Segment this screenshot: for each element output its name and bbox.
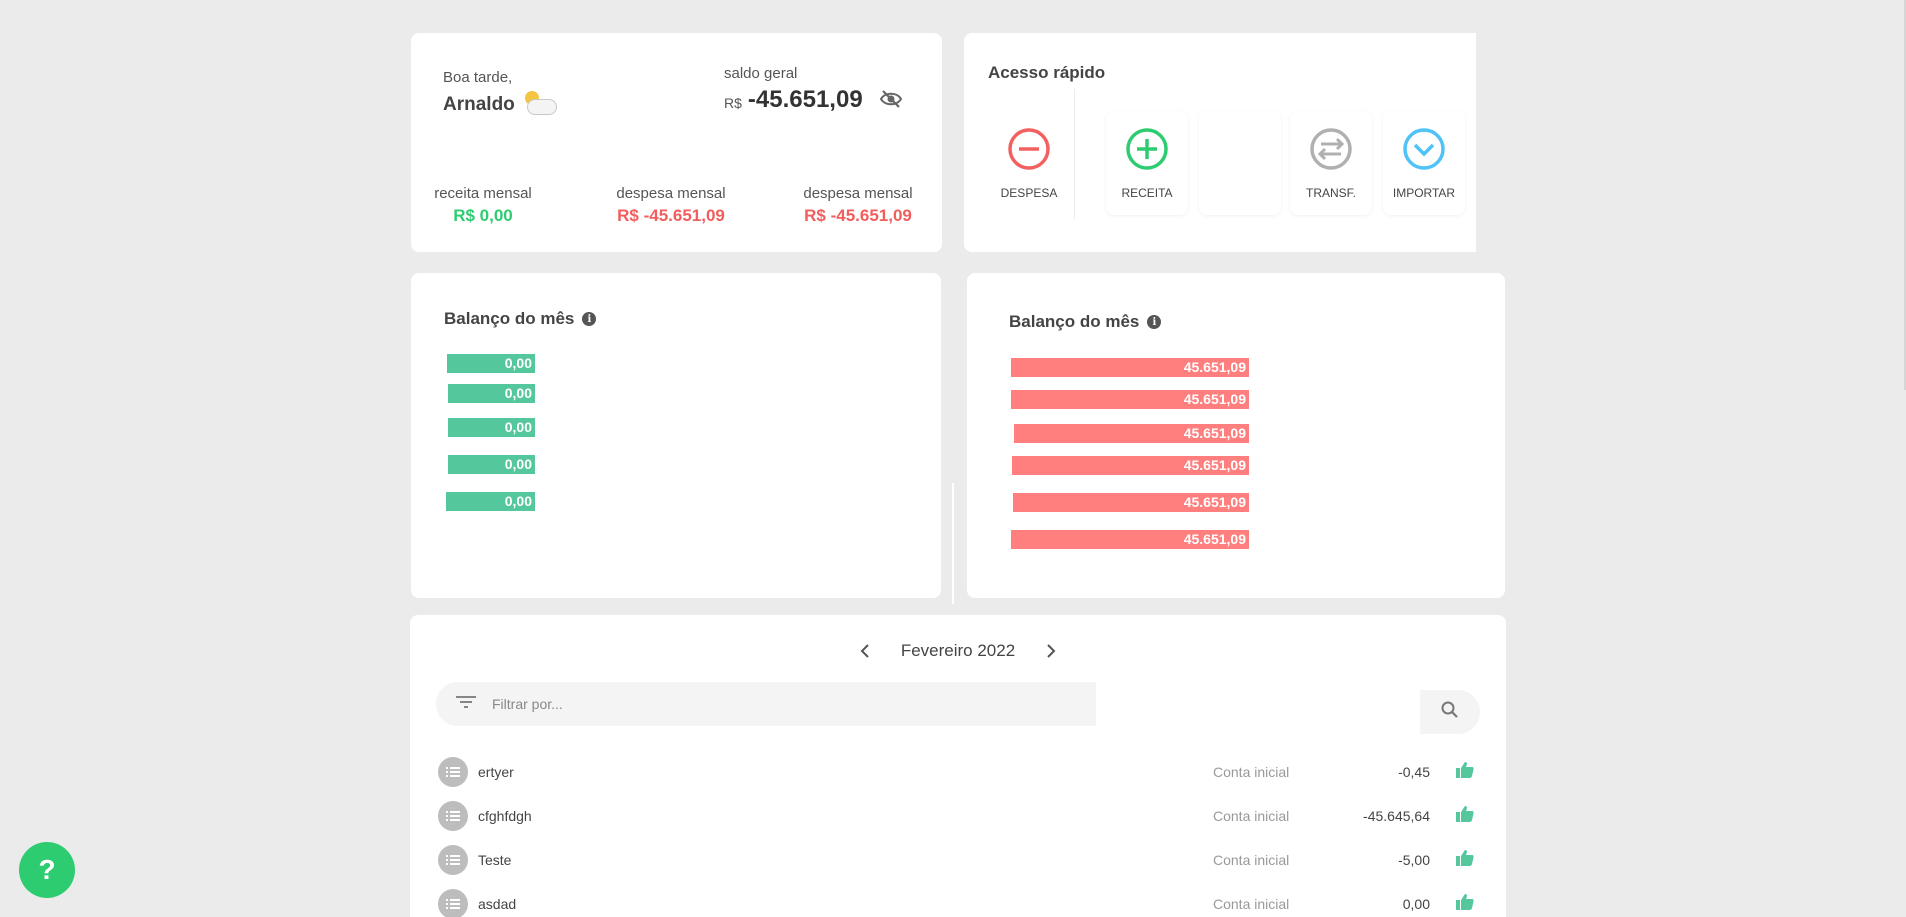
- balance-title-text: Balanço do mês: [1009, 312, 1140, 331]
- balance-title-text: Balanço do mês: [444, 309, 575, 328]
- transaction-account: Conta inicial: [1213, 896, 1290, 912]
- list-icon: [438, 845, 468, 875]
- quick-transfer-button[interactable]: TRANSF.: [1290, 111, 1372, 215]
- stat-value: R$ -45.651,09: [804, 206, 912, 225]
- balance-row: R$ -45.651,09: [724, 85, 903, 114]
- user-name: Arnaldo: [443, 94, 515, 115]
- transaction-row[interactable]: ertyer Conta inicial -0,45: [438, 754, 1478, 790]
- stat-value: R$ 0,00: [453, 206, 513, 225]
- quick-blank-button[interactable]: [1199, 111, 1281, 215]
- balance-bar: 45.651,09: [1013, 493, 1249, 512]
- eye-off-icon[interactable]: [879, 89, 903, 114]
- transaction-row[interactable]: Teste Conta inicial -5,00: [438, 842, 1478, 878]
- quick-import-button[interactable]: IMPORTAR: [1383, 111, 1465, 215]
- stat-label: receita mensal: [434, 185, 532, 202]
- balance-title: Balanço do mês i: [1009, 312, 1162, 332]
- balance-title: Balanço do mês i: [444, 309, 597, 329]
- help-button[interactable]: ?: [19, 842, 75, 898]
- current-month: Fevereiro 2022: [900, 641, 1016, 660]
- filter-icon[interactable]: [456, 695, 476, 714]
- balance-card-expense: Balanço do mês i 45.651,09 45.651,09 45.…: [967, 273, 1505, 598]
- minus-circle-icon: [1007, 127, 1051, 176]
- greeting-card: Boa tarde, Arnaldo saldo geral R$ -45.65…: [411, 33, 942, 252]
- sun-cloud-icon: [523, 91, 559, 119]
- balance-label: saldo geral: [724, 65, 798, 82]
- chevron-right-icon[interactable]: [1041, 641, 1061, 661]
- balance-bar: 0,00: [448, 384, 535, 403]
- transaction-account: Conta inicial: [1213, 764, 1290, 780]
- balance-bar: 0,00: [448, 455, 535, 474]
- greeting-name-row: Arnaldo: [443, 91, 559, 119]
- balance-bar: 45.651,09: [1011, 358, 1249, 377]
- stat-label: despesa mensal: [616, 185, 726, 202]
- transaction-name: cfghfdgh: [478, 808, 532, 824]
- quick-button-label: DESPESA: [1000, 185, 1058, 200]
- filter-input[interactable]: [492, 696, 1052, 712]
- quick-expense-button[interactable]: DESPESA: [988, 111, 1070, 215]
- month-navigator: Fevereiro 2022: [410, 641, 1506, 661]
- transaction-value: 0,00: [1402, 896, 1430, 912]
- thumbs-up-icon[interactable]: [1456, 761, 1474, 783]
- transaction-name: asdad: [478, 896, 517, 912]
- transaction-name: Teste: [478, 852, 512, 868]
- transaction-account: Conta inicial: [1213, 852, 1290, 868]
- stat-monthly-expense: despesa mensal R$ -45.651,09: [606, 185, 736, 226]
- stat-monthly-income: receita mensal R$ 0,00: [433, 185, 533, 226]
- quick-access-title: Acesso rápido: [988, 63, 1106, 82]
- divider: [952, 483, 954, 604]
- thumbs-up-icon[interactable]: [1456, 849, 1474, 871]
- balance-currency: R$: [724, 94, 742, 111]
- transaction-row[interactable]: asdad Conta inicial 0,00: [438, 886, 1478, 917]
- greeting-salutation: Boa tarde,: [443, 69, 513, 86]
- list-icon: [438, 801, 468, 831]
- transaction-value: -5,00: [1398, 852, 1430, 868]
- balance-bar: 45.651,09: [1012, 456, 1249, 475]
- info-icon[interactable]: i: [582, 312, 597, 326]
- balance-value: -45.651,09: [747, 85, 863, 113]
- chevron-down-circle-icon: [1402, 127, 1446, 176]
- quick-button-label: TRANSF.: [1305, 185, 1356, 200]
- plus-circle-icon: [1125, 127, 1169, 176]
- quick-button-label: RECEITA: [1121, 185, 1173, 200]
- balance-card-income: Balanço do mês i 0,00 0,00 0,00 0,00 0,0…: [411, 273, 941, 598]
- stat-monthly-expense-2: despesa mensal R$ -45.651,09: [793, 185, 923, 226]
- thumbs-up-icon[interactable]: [1456, 893, 1474, 915]
- divider: [1074, 89, 1075, 219]
- transaction-account: Conta inicial: [1213, 808, 1290, 824]
- balance-bar: 45.651,09: [1014, 424, 1249, 443]
- quick-access-card: Acesso rápido DESPESA RECEITA TRANSF. IM…: [964, 33, 1476, 252]
- quick-button-label: IMPORTAR: [1392, 185, 1456, 200]
- chevron-left-icon[interactable]: [855, 641, 875, 661]
- balance-bar: 0,00: [447, 354, 535, 373]
- balance-bar: 45.651,09: [1011, 530, 1249, 549]
- balance-bar: 45.651,09: [1011, 390, 1249, 409]
- stat-label: despesa mensal: [803, 185, 913, 202]
- stat-value: R$ -45.651,09: [617, 206, 725, 225]
- transfer-circle-icon: [1309, 127, 1353, 176]
- transaction-name: ertyer: [478, 764, 514, 780]
- info-icon[interactable]: i: [1147, 315, 1162, 329]
- search-icon: [1441, 701, 1459, 724]
- balance-bar: 0,00: [448, 418, 535, 437]
- thumbs-up-icon[interactable]: [1456, 805, 1474, 827]
- list-icon: [438, 757, 468, 787]
- balance-bar: 0,00: [446, 492, 535, 511]
- transaction-value: -45.645,64: [1363, 808, 1430, 824]
- transaction-row[interactable]: cfghfdgh Conta inicial -45.645,64: [438, 798, 1478, 834]
- quick-income-button[interactable]: RECEITA: [1106, 111, 1188, 215]
- filter-bar: [436, 682, 1096, 726]
- transactions-card: Fevereiro 2022 ertyer Conta inicial -0,4…: [410, 615, 1506, 917]
- list-icon: [438, 889, 468, 917]
- search-button[interactable]: [1420, 690, 1480, 734]
- transaction-value: -0,45: [1398, 764, 1430, 780]
